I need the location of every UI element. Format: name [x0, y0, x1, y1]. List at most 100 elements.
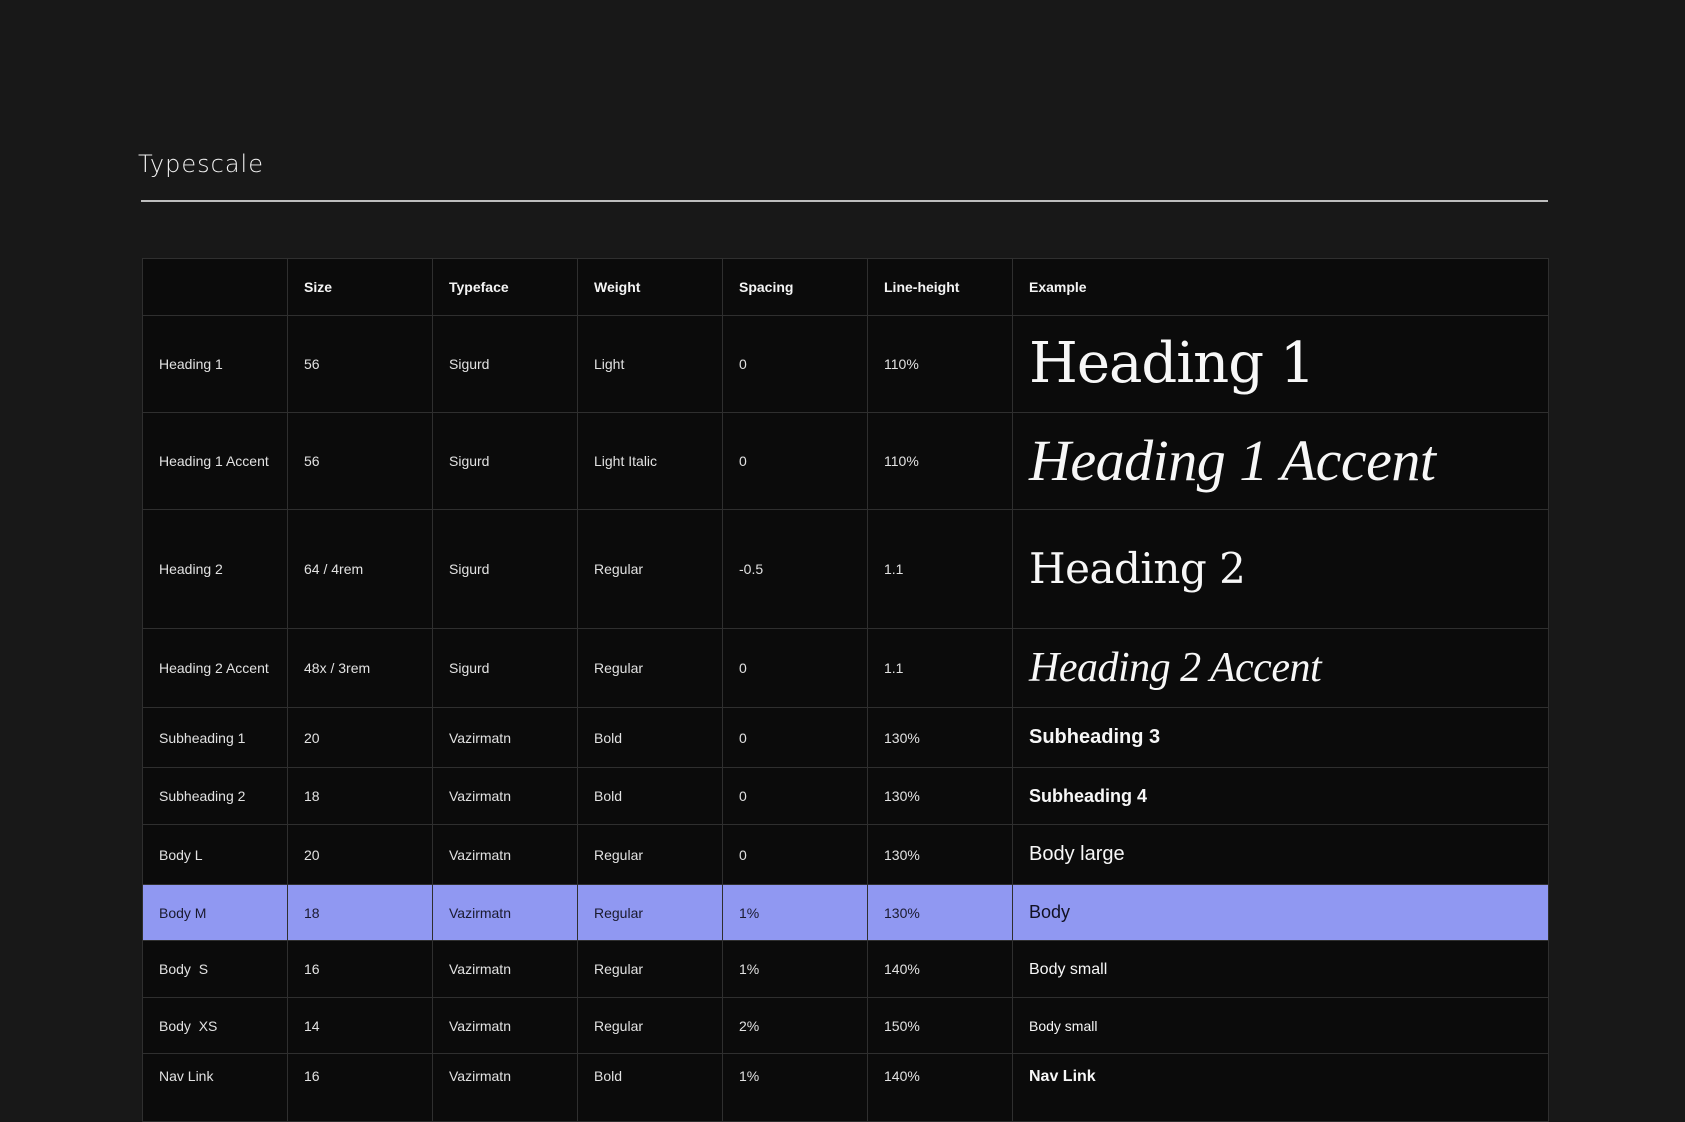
- cell-spacing: 0: [722, 824, 868, 885]
- cell-weight: Regular: [577, 997, 723, 1054]
- cell-size: 16: [287, 1053, 433, 1122]
- cell-weight: Regular: [577, 940, 723, 998]
- example-heading-1-accent: Heading 1 Accent: [1029, 428, 1436, 494]
- cell-example: Body: [1012, 884, 1549, 941]
- cell-line-height: 110%: [867, 315, 1013, 413]
- header-weight: Weight: [577, 258, 723, 316]
- cell-typeface: Vazirmatn: [432, 940, 578, 998]
- cell-name: Subheading 1: [142, 707, 288, 768]
- header-example: Example: [1012, 258, 1549, 316]
- cell-line-height: 130%: [867, 707, 1013, 768]
- table-row[interactable]: Subheading 1 20 Vazirmatn Bold 0 130% Su…: [142, 707, 1549, 768]
- cell-spacing: 2%: [722, 997, 868, 1054]
- cell-typeface: Sigurd: [432, 315, 578, 413]
- table-row[interactable]: Heading 2 64 / 4rem Sigurd Regular -0.5 …: [142, 509, 1549, 629]
- cell-name: Heading 2: [142, 509, 288, 629]
- page-title: Typescale: [138, 150, 264, 178]
- cell-weight: Regular: [577, 884, 723, 941]
- title-divider: [141, 200, 1548, 202]
- cell-example: Heading 1 Accent: [1012, 412, 1549, 510]
- header-spacing: Spacing: [722, 258, 868, 316]
- cell-example: Body small: [1012, 997, 1549, 1054]
- cell-weight: Regular: [577, 509, 723, 629]
- cell-example: Nav Link: [1012, 1053, 1549, 1122]
- cell-weight: Regular: [577, 824, 723, 885]
- cell-weight: Light: [577, 315, 723, 413]
- cell-line-height: 150%: [867, 997, 1013, 1054]
- cell-name: Heading 1 Accent: [142, 412, 288, 510]
- table-row[interactable]: Nav Link 16 Vazirmatn Bold 1% 140% Nav L…: [142, 1053, 1549, 1122]
- cell-example: Heading 2: [1012, 509, 1549, 629]
- example-heading-2: Heading 2: [1029, 543, 1246, 593]
- cell-typeface: Vazirmatn: [432, 1053, 578, 1122]
- cell-name: Body L: [142, 824, 288, 885]
- cell-spacing: 1%: [722, 940, 868, 998]
- example-body-xs: Body small: [1029, 1017, 1098, 1034]
- cell-line-height: 140%: [867, 940, 1013, 998]
- cell-typeface: Sigurd: [432, 412, 578, 510]
- table-row[interactable]: Heading 1 Accent 56 Sigurd Light Italic …: [142, 412, 1549, 510]
- example-heading-1: Heading 1: [1029, 331, 1315, 397]
- cell-typeface: Sigurd: [432, 628, 578, 708]
- cell-name: Body M: [142, 884, 288, 941]
- cell-weight: Light Italic: [577, 412, 723, 510]
- table-row[interactable]: Subheading 2 18 Vazirmatn Bold 0 130% Su…: [142, 767, 1549, 825]
- typescale-table: Size Typeface Weight Spacing Line-height…: [142, 258, 1549, 1122]
- cell-size: 20: [287, 707, 433, 768]
- cell-line-height: 140%: [867, 1053, 1013, 1122]
- cell-size: 16: [287, 940, 433, 998]
- example-subheading-1: Subheading 3: [1029, 726, 1161, 748]
- table-row[interactable]: Body XS 14 Vazirmatn Regular 2% 150% Bod…: [142, 997, 1549, 1054]
- cell-typeface: Vazirmatn: [432, 707, 578, 768]
- header-typeface: Typeface: [432, 258, 578, 316]
- cell-name: Nav Link: [142, 1053, 288, 1122]
- header-size: Size: [287, 258, 433, 316]
- example-body: Body: [1029, 902, 1071, 922]
- header-name: [142, 258, 288, 316]
- table-row[interactable]: Body L 20 Vazirmatn Regular 0 130% Body …: [142, 824, 1549, 885]
- cell-line-height: 110%: [867, 412, 1013, 510]
- cell-spacing: 1%: [722, 1053, 868, 1122]
- table-row-selected[interactable]: Body M 18 Vazirmatn Regular 1% 130% Body: [142, 884, 1549, 941]
- cell-line-height: 130%: [867, 767, 1013, 825]
- cell-typeface: Vazirmatn: [432, 997, 578, 1054]
- cell-example: Heading 2 Accent: [1012, 628, 1549, 708]
- cell-spacing: 0: [722, 315, 868, 413]
- cell-spacing: -0.5: [722, 509, 868, 629]
- cell-name: Body XS: [142, 997, 288, 1054]
- table-header-row: Size Typeface Weight Spacing Line-height…: [142, 258, 1549, 316]
- cell-typeface: Sigurd: [432, 509, 578, 629]
- cell-line-height: 1.1: [867, 628, 1013, 708]
- example-body-large: Body large: [1029, 843, 1125, 865]
- cell-weight: Bold: [577, 707, 723, 768]
- cell-weight: Bold: [577, 1053, 723, 1122]
- cell-name: Body S: [142, 940, 288, 998]
- cell-spacing: 0: [722, 767, 868, 825]
- cell-example: Heading 1: [1012, 315, 1549, 413]
- cell-example: Subheading 4: [1012, 767, 1549, 825]
- cell-spacing: 0: [722, 628, 868, 708]
- cell-name: Heading 1: [142, 315, 288, 413]
- cell-size: 56: [287, 315, 433, 413]
- header-line-height: Line-height: [867, 258, 1013, 316]
- cell-spacing: 0: [722, 412, 868, 510]
- cell-typeface: Vazirmatn: [432, 884, 578, 941]
- cell-size: 18: [287, 884, 433, 941]
- cell-example: Subheading 3: [1012, 707, 1549, 768]
- table-row[interactable]: Body S 16 Vazirmatn Regular 1% 140% Body…: [142, 940, 1549, 998]
- cell-name: Subheading 2: [142, 767, 288, 825]
- example-heading-2-accent: Heading 2 Accent: [1029, 644, 1322, 691]
- cell-size: 18: [287, 767, 433, 825]
- cell-spacing: 1%: [722, 884, 868, 941]
- cell-line-height: 1.1: [867, 509, 1013, 629]
- cell-weight: Bold: [577, 767, 723, 825]
- cell-size: 64 / 4rem: [287, 509, 433, 629]
- cell-spacing: 0: [722, 707, 868, 768]
- cell-size: 48x / 3rem: [287, 628, 433, 708]
- example-body-small: Body small: [1029, 960, 1108, 978]
- cell-weight: Regular: [577, 628, 723, 708]
- table-row[interactable]: Heading 2 Accent 48x / 3rem Sigurd Regul…: [142, 628, 1549, 708]
- example-subheading-2: Subheading 4: [1029, 785, 1148, 806]
- table-row[interactable]: Heading 1 56 Sigurd Light 0 110% Heading…: [142, 315, 1549, 413]
- cell-line-height: 130%: [867, 884, 1013, 941]
